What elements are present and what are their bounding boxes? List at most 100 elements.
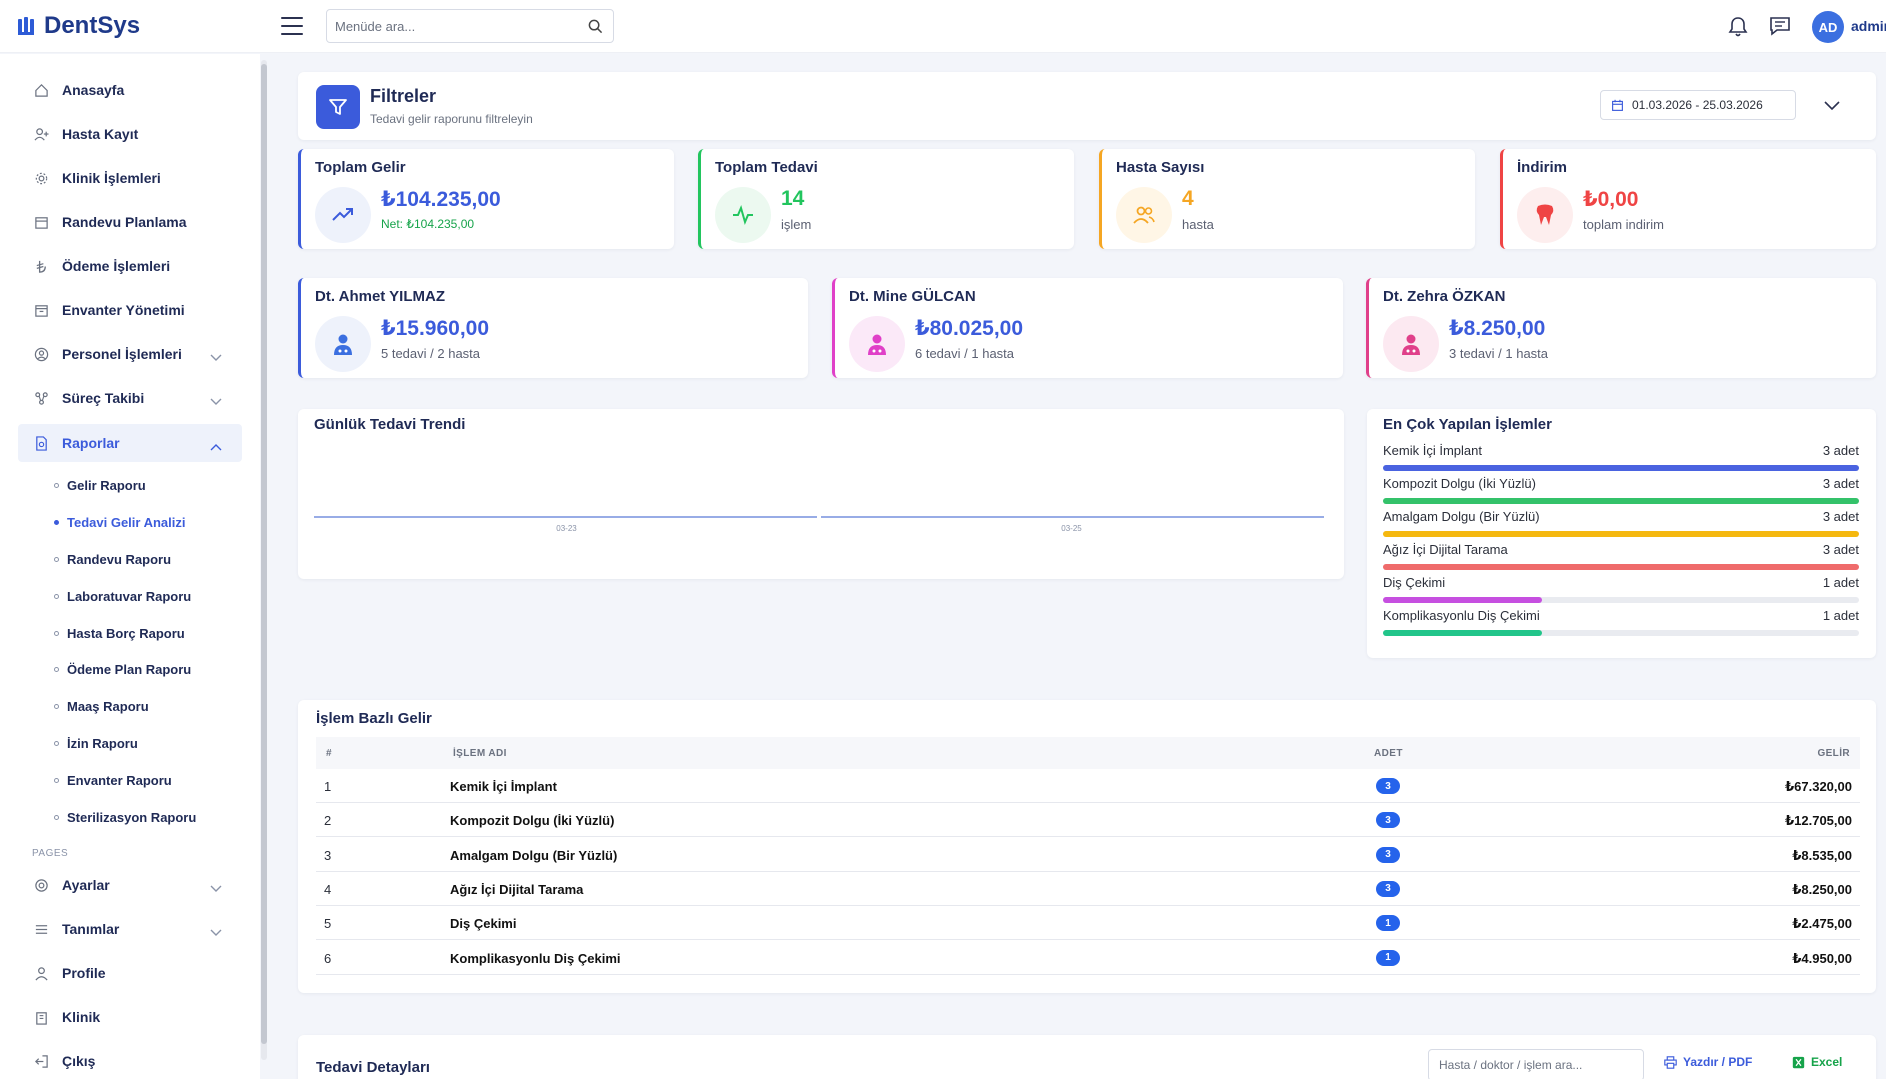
chart-title: Günlük Tedavi Trendi xyxy=(314,416,466,433)
sidebar-item-odeme-islemleri[interactable]: Ödeme İşlemleri xyxy=(18,247,242,285)
sidebar-subitem-hasta-borc-raporu[interactable]: Hasta Borç Raporu xyxy=(54,623,185,643)
calendar-icon xyxy=(1612,99,1623,111)
doctor-summary: 5 tedavi / 2 hasta xyxy=(381,346,481,361)
search-icon[interactable] xyxy=(588,19,603,39)
sidebar-item-profile[interactable]: Profile xyxy=(18,954,242,992)
sidebar-subitem-gelir-raporu[interactable]: Gelir Raporu xyxy=(54,475,146,495)
sidebar-item-anasayfa[interactable]: Anasayfa xyxy=(18,71,242,109)
sidebar-subitem-laboratuvar-raporu[interactable]: Laboratuvar Raporu xyxy=(54,586,191,606)
gear-icon xyxy=(30,878,52,893)
sidebar-item-klinik[interactable]: Klinik xyxy=(18,998,242,1036)
sidebar-item-label: Envanter Yönetimi xyxy=(62,302,185,318)
operation-income: ₺4.950,00 xyxy=(1792,950,1852,966)
sidebar-item-randevu-planlama[interactable]: Randevu Planlama xyxy=(18,203,242,241)
chevron-down-icon[interactable] xyxy=(1824,98,1840,116)
count-badge: 3 xyxy=(1376,846,1400,863)
operation-name: Amalgam Dolgu (Bir Yüzlü) xyxy=(450,847,618,863)
top-operations-title: En Çok Yapılan İşlemler xyxy=(1383,416,1552,433)
stat-title: İndirim xyxy=(1517,159,1568,176)
sidebar-subitem-label: Randevu Raporu xyxy=(67,551,172,567)
operation-progress-fill xyxy=(1383,630,1542,636)
chevron-down-icon[interactable] xyxy=(210,924,222,942)
operation-name: Kemik İçi İmplant xyxy=(1383,443,1482,458)
sidebar-subitem-tedavi-gelir-analizi[interactable]: Tedavi Gelir Analizi xyxy=(54,512,185,532)
sidebar-item-raporlar[interactable]: Raporlar xyxy=(18,424,242,462)
sidebar-subitem-randevu-raporu[interactable]: Randevu Raporu xyxy=(54,549,171,569)
sidebar-subitem-label: Hasta Borç Raporu xyxy=(67,625,185,641)
sidebar-scrollbar-thumb[interactable] xyxy=(261,64,267,1044)
list-icon xyxy=(30,922,52,937)
dentsys-logo-icon xyxy=(18,17,34,35)
sidebar-item-tanimlar[interactable]: Tanımlar xyxy=(18,910,242,948)
row-number: 3 xyxy=(324,847,332,863)
column-header-count[interactable]: ADET xyxy=(1374,748,1403,759)
doctor-icon xyxy=(1383,316,1439,372)
sidebar-item-label: Profile xyxy=(62,965,106,981)
excel-icon xyxy=(1792,1056,1805,1068)
sidebar-item-klinik-islemleri[interactable]: Klinik İşlemleri xyxy=(18,159,242,197)
operation-progress-fill xyxy=(1383,465,1859,471)
column-header-income[interactable]: GELİR xyxy=(1817,748,1850,759)
column-header-no[interactable]: # xyxy=(326,748,332,759)
process-icon xyxy=(30,391,52,406)
sidebar-subitem-envanter-raporu[interactable]: Envanter Raporu xyxy=(54,770,172,790)
sidebar-item-envanter-yonetimi[interactable]: Envanter Yönetimi xyxy=(18,291,242,329)
details-title: Tedavi Detayları xyxy=(316,1059,430,1076)
doctor-card: Dt. Zehra ÖZKAN ₺8.250,00 3 tedavi / 1 h… xyxy=(1366,278,1876,378)
chevron-down-icon[interactable] xyxy=(210,880,222,898)
column-header-name[interactable]: İŞLEM ADI xyxy=(453,748,507,759)
sidebar-item-ayarlar[interactable]: Ayarlar xyxy=(18,866,242,904)
table-row[interactable]: 4 Ağız İçi Dijital Tarama 3 ₺8.250,00 xyxy=(316,872,1860,906)
details-search-input[interactable] xyxy=(1429,1050,1629,1079)
sidebar-subitem-sterilizasyon-raporu[interactable]: Sterilizasyon Raporu xyxy=(54,807,196,827)
chevron-down-icon[interactable] xyxy=(210,393,222,411)
sidebar-item-personel-islemleri[interactable]: Personel İşlemleri xyxy=(18,335,242,373)
chevron-up-icon[interactable] xyxy=(210,438,222,456)
table-row[interactable]: 1 Kemik İçi İmplant 3 ₺67.320,00 xyxy=(316,769,1860,803)
sidebar-subitem-odeme-plan-raporu[interactable]: Ödeme Plan Raporu xyxy=(54,659,191,679)
count-badge: 1 xyxy=(1376,949,1400,966)
brand-logo[interactable]: DentSys xyxy=(17,12,140,40)
doctor-revenue: ₺15.960,00 xyxy=(381,317,490,340)
inventory-icon xyxy=(30,303,52,318)
operation-progress-fill xyxy=(1383,531,1859,537)
user-avatar[interactable]: AD xyxy=(1812,11,1844,43)
print-pdf-button[interactable]: Yazdır / PDF xyxy=(1664,1055,1752,1069)
sidebar-item-hasta-kayit[interactable]: Hasta Kayıt xyxy=(18,115,242,153)
x-tick-label: 03-25 xyxy=(1061,524,1082,533)
stat-value: 4 xyxy=(1182,187,1194,210)
operation-name: Amalgam Dolgu (Bir Yüzlü) xyxy=(1383,509,1540,524)
menu-search xyxy=(326,9,614,43)
menu-search-input[interactable] xyxy=(327,10,567,42)
row-number: 6 xyxy=(324,950,332,966)
filter-title: Filtreler xyxy=(370,86,437,106)
doctor-icon xyxy=(849,316,905,372)
date-range-value: 01.03.2026 - 25.03.2026 xyxy=(1632,98,1763,112)
sidebar-item-label: Çıkış xyxy=(62,1053,96,1069)
table-row[interactable]: 6 Komplikasyonlu Diş Çekimi 1 ₺4.950,00 xyxy=(316,941,1860,975)
chevron-down-icon[interactable] xyxy=(210,349,222,367)
user-name[interactable]: admin xyxy=(1851,18,1886,34)
stat-sub: hasta xyxy=(1182,217,1214,232)
excel-export-button[interactable]: Excel xyxy=(1792,1055,1842,1069)
menu-toggle-button[interactable] xyxy=(281,17,303,35)
stat-value: 14 xyxy=(781,187,805,210)
user-add-icon xyxy=(30,127,52,142)
report-icon xyxy=(30,435,52,451)
sidebar-subitem-izin-raporu[interactable]: İzin Raporu xyxy=(54,733,138,753)
table-row[interactable]: 2 Kompozit Dolgu (İki Yüzlü) 3 ₺12.705,00 xyxy=(316,803,1860,838)
doctor-revenue: ₺8.250,00 xyxy=(1449,317,1546,340)
operation-name: Kompozit Dolgu (İki Yüzlü) xyxy=(450,813,615,829)
bell-icon[interactable] xyxy=(1728,16,1748,43)
sidebar-item-label: Süreç Takibi xyxy=(62,390,145,406)
table-row[interactable]: 3 Amalgam Dolgu (Bir Yüzlü) 3 ₺8.535,00 xyxy=(316,838,1860,872)
date-range-picker[interactable]: 01.03.2026 - 25.03.2026 xyxy=(1600,90,1796,120)
messages-icon[interactable] xyxy=(1769,16,1791,41)
row-number: 4 xyxy=(324,881,332,897)
sidebar-subitem-label: Sterilizasyon Raporu xyxy=(67,809,197,825)
doctor-summary: 3 tedavi / 1 hasta xyxy=(1449,346,1549,361)
sidebar-item-cikis[interactable]: Çıkış xyxy=(18,1042,242,1079)
sidebar-item-surec-takibi[interactable]: Süreç Takibi xyxy=(18,379,242,417)
sidebar-subitem-maas-raporu[interactable]: Maaş Raporu xyxy=(54,696,149,716)
table-row[interactable]: 5 Diş Çekimi 1 ₺2.475,00 xyxy=(316,906,1860,941)
